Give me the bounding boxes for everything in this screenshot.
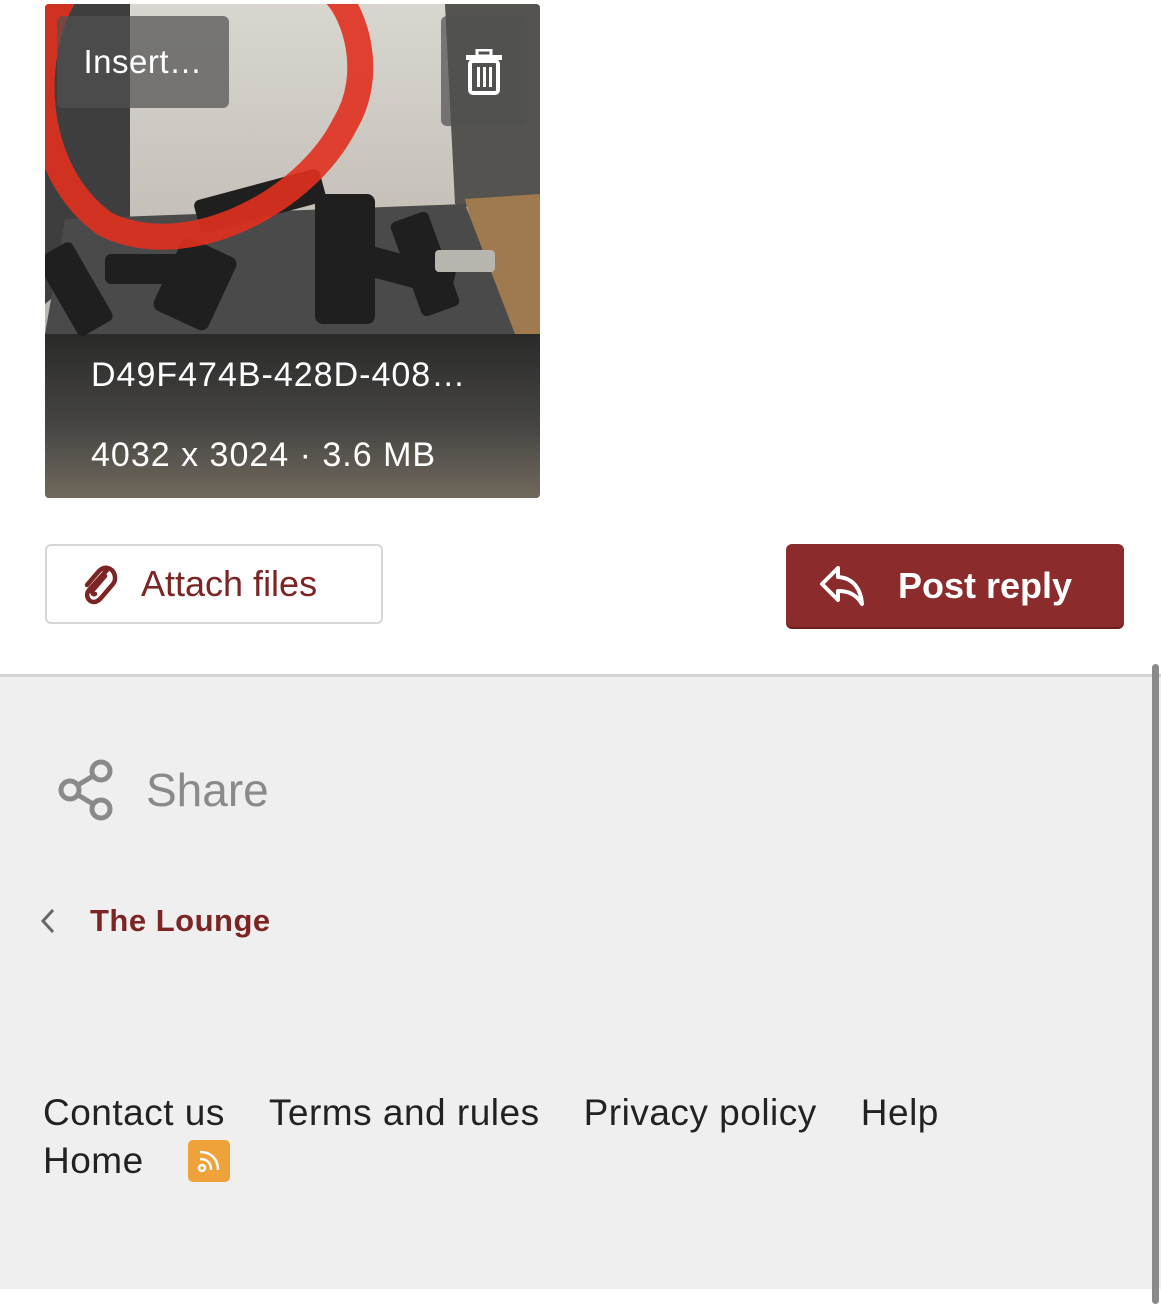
share-button[interactable]: Share <box>58 759 269 821</box>
footer-link-terms[interactable]: Terms and rules <box>269 1092 540 1134</box>
post-reply-button[interactable]: Post reply <box>786 544 1124 627</box>
share-label: Share <box>146 764 269 816</box>
attachment-file-meta: 4032 x 3024 · 3.6 MB <box>91 436 437 474</box>
attachment-file-name: D49F474B-428D-408… <box>91 356 467 394</box>
insert-button[interactable]: Insert… <box>57 16 229 108</box>
footer-link-contact[interactable]: Contact us <box>43 1092 225 1134</box>
attach-files-button[interactable]: Attach files <box>45 544 383 624</box>
page-scrollbar[interactable] <box>1152 664 1159 1304</box>
footer-link-privacy[interactable]: Privacy policy <box>584 1092 817 1134</box>
attachment-card: Insert… D49F474B-428D-408… 4032 x 3024 ·… <box>45 4 540 498</box>
footer-link-help[interactable]: Help <box>861 1092 939 1134</box>
share-icon <box>58 759 116 821</box>
paperclip-icon <box>79 562 119 606</box>
attach-files-label: Attach files <box>141 563 318 604</box>
chevron-left-icon <box>40 907 56 935</box>
trash-icon <box>466 49 502 95</box>
reply-arrow-icon <box>818 564 866 608</box>
breadcrumb-link-the-lounge[interactable]: The Lounge <box>90 903 271 939</box>
page-footer: Share The Lounge Contact us Terms and ru… <box>0 674 1161 1289</box>
breadcrumb: The Lounge <box>40 903 271 939</box>
footer-link-home[interactable]: Home <box>43 1140 144 1182</box>
delete-attachment-button[interactable] <box>441 16 527 126</box>
post-reply-label: Post reply <box>898 564 1073 606</box>
footer-links: Contact us Terms and rules Privacy polic… <box>43 1089 1123 1185</box>
attachment-info: D49F474B-428D-408… 4032 x 3024 · 3.6 MB <box>45 334 540 498</box>
rss-icon[interactable] <box>187 1140 230 1182</box>
